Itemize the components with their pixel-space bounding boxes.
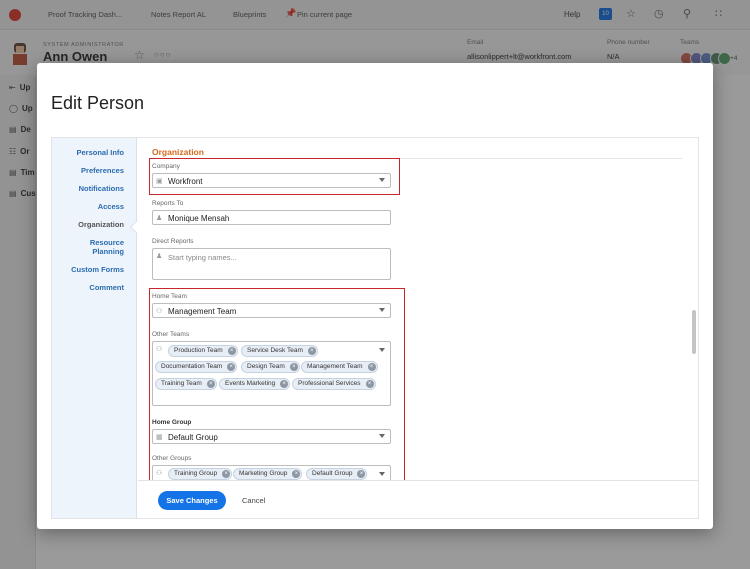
company-label: Company <box>152 163 180 170</box>
section-title: Organization <box>152 147 204 157</box>
remove-chip-icon[interactable]: × <box>227 347 236 355</box>
remove-chip-icon[interactable]: × <box>206 380 215 388</box>
team-chip[interactable]: Production Team × <box>168 345 238 357</box>
modal-footer: Save Changes Cancel <box>138 480 698 518</box>
nav-resource-planning[interactable]: Resource Planning <box>64 238 124 256</box>
remove-chip-icon[interactable]: × <box>365 380 374 388</box>
building-icon: ▣ <box>156 178 163 185</box>
user-icon: ♟ <box>156 253 163 260</box>
direct-reports-label: Direct Reports <box>152 238 194 245</box>
save-changes-button[interactable]: Save Changes <box>158 491 226 510</box>
chevron-down-icon <box>379 472 385 476</box>
team-chip[interactable]: Documentation Team × <box>155 361 238 373</box>
team-icon: ⚇ <box>156 308 163 315</box>
remove-chip-icon[interactable]: × <box>307 347 316 355</box>
team-chip[interactable]: Events Marketing × <box>219 378 291 390</box>
modal-body: Personal Info Preferences Notifications … <box>51 137 699 519</box>
team-chip[interactable]: Training Team × <box>155 378 217 390</box>
team-icon: ⚇ <box>156 346 163 353</box>
home-team-label: Home Team <box>152 293 187 300</box>
nav-access[interactable]: Access <box>98 202 124 211</box>
modal-title: Edit Person <box>51 93 145 113</box>
nav-personal-info[interactable]: Personal Info <box>76 148 124 157</box>
home-group-select[interactable]: ▦ Default Group <box>152 429 391 444</box>
team-chip[interactable]: Professional Services × <box>292 378 376 390</box>
other-teams-select[interactable]: ⚇ Production Team × Service Desk Team × Do… <box>152 341 391 406</box>
group-chip[interactable]: Default Group × <box>306 468 368 480</box>
nav-organization[interactable]: Organization <box>78 220 124 229</box>
nav-preferences[interactable]: Preferences <box>81 166 124 175</box>
remove-chip-icon[interactable]: × <box>367 363 376 371</box>
edit-person-modal: Edit Person Personal Info Preferences No… <box>37 63 713 529</box>
team-chip[interactable]: Design Team × <box>241 361 300 373</box>
group-chip[interactable]: Training Group × <box>168 468 233 480</box>
cancel-button[interactable]: Cancel <box>242 496 265 505</box>
nav-comment[interactable]: Comment <box>89 283 124 292</box>
remove-chip-icon[interactable]: × <box>357 470 366 478</box>
organization-form: Organization Company ▣ Workfront Reports… <box>138 138 698 480</box>
direct-reports-input[interactable]: ♟ Start typing names... <box>152 248 391 280</box>
home-team-select[interactable]: ⚇ Management Team <box>152 303 391 318</box>
company-select[interactable]: ▣ Workfront <box>152 173 391 188</box>
nav-notifications[interactable]: Notifications <box>79 184 124 193</box>
chevron-down-icon <box>379 434 385 438</box>
group-icon: ▦ <box>156 434 163 441</box>
section-divider <box>152 158 682 159</box>
nav-custom-forms[interactable]: Custom Forms <box>71 265 124 274</box>
remove-chip-icon[interactable]: × <box>222 470 231 478</box>
other-teams-label: Other Teams <box>152 331 190 338</box>
remove-chip-icon[interactable]: × <box>289 363 298 371</box>
other-groups-label: Other Groups <box>152 455 192 462</box>
remove-chip-icon[interactable]: × <box>292 470 301 478</box>
other-groups-select[interactable]: ⚇ Training Group × Marketing Group × Defau… <box>152 465 391 480</box>
remove-chip-icon[interactable]: × <box>227 363 236 371</box>
direct-reports-placeholder: Start typing names... <box>168 253 237 262</box>
chevron-down-icon <box>379 348 385 352</box>
group-icon: ⚇ <box>156 470 163 477</box>
home-group-value: Default Group <box>168 433 218 442</box>
company-value: Workfront <box>168 177 203 186</box>
scrollbar-thumb[interactable] <box>692 310 696 354</box>
remove-chip-icon[interactable]: × <box>280 380 289 388</box>
chevron-down-icon <box>379 308 385 312</box>
reports-to-input[interactable]: ♟ Monique Mensah <box>152 210 391 225</box>
home-group-label: Home Group <box>152 419 192 426</box>
user-icon: ♟ <box>156 215 163 222</box>
team-chip[interactable]: Management Team × <box>301 361 378 373</box>
section-nav: Personal Info Preferences Notifications … <box>52 138 137 518</box>
scrollbar[interactable] <box>690 138 698 480</box>
group-chip[interactable]: Marketing Group × <box>233 468 303 480</box>
reports-to-value: Monique Mensah <box>168 214 230 223</box>
team-chip[interactable]: Service Desk Team × <box>241 345 318 357</box>
home-team-value: Management Team <box>168 307 237 316</box>
reports-to-label: Reports To <box>152 200 184 207</box>
chevron-down-icon <box>379 178 385 182</box>
